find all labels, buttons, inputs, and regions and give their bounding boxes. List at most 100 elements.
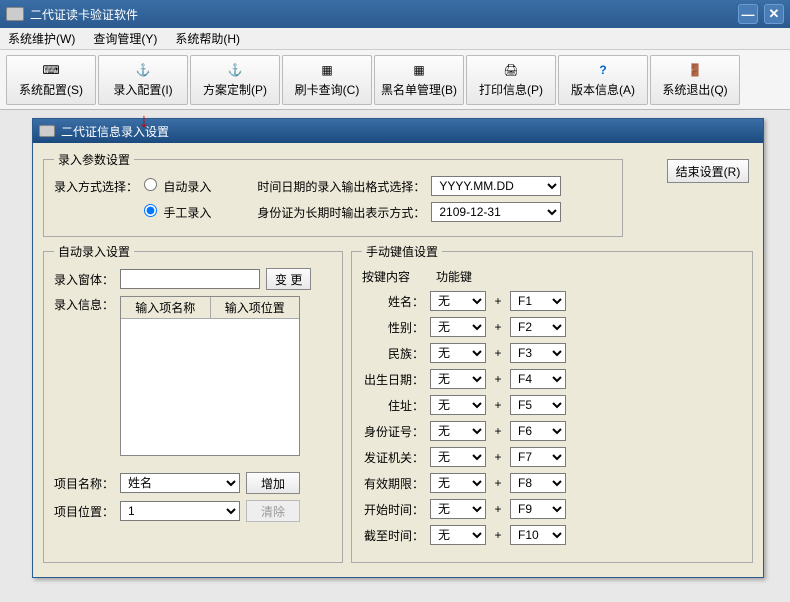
main-titlebar: 二代证读卡验证软件 — ✕ bbox=[0, 0, 790, 28]
key-value-select[interactable]: 无 bbox=[430, 499, 486, 519]
key-label: 截至时间： bbox=[362, 527, 424, 544]
key-label: 有效期限： bbox=[362, 475, 424, 492]
auto-legend: 自动录入设置 bbox=[54, 243, 134, 260]
plus-label: + bbox=[492, 346, 504, 360]
col-name: 输入项名称 bbox=[121, 297, 211, 318]
info-icon: ? bbox=[592, 61, 614, 79]
manual-radio[interactable]: 手工录入 bbox=[144, 204, 211, 221]
close-button[interactable]: ✕ bbox=[764, 4, 784, 24]
input-settings-dialog: 二代证信息录入设置 结束设置(R) 录入参数设置 录入方式选择： 自动录入 时间… bbox=[32, 118, 764, 578]
fn-key-select[interactable]: F7 bbox=[510, 447, 566, 467]
key-label: 民族： bbox=[362, 345, 424, 362]
tool-input-config[interactable]: ⚓录入配置(I) bbox=[98, 55, 188, 105]
tool-exit[interactable]: 🚪系统退出(Q) bbox=[650, 55, 740, 105]
date-format-label: 时间日期的录入输出格式选择： bbox=[257, 178, 425, 195]
info-label: 录入信息： bbox=[54, 296, 114, 313]
key-label: 身份证号： bbox=[362, 423, 424, 440]
col-pos: 输入项位置 bbox=[211, 297, 300, 318]
fn-key-select[interactable]: F10 bbox=[510, 525, 566, 545]
main-window: 二代证读卡验证软件 — ✕ 系统维护(W) 查询管理(Y) 系统帮助(H) ⌨系… bbox=[0, 0, 790, 602]
fn-key-select[interactable]: F8 bbox=[510, 473, 566, 493]
key-row: 发证机关：无+F7 bbox=[362, 447, 742, 467]
fn-key-select[interactable]: F5 bbox=[510, 395, 566, 415]
minimize-button[interactable]: — bbox=[738, 4, 758, 24]
keyboard-icon: ⌨ bbox=[40, 61, 62, 79]
key-value-select[interactable]: 无 bbox=[430, 447, 486, 467]
dialog-icon bbox=[39, 125, 55, 137]
plus-label: + bbox=[492, 320, 504, 334]
long-id-select[interactable]: 2109-12-31 bbox=[431, 202, 561, 222]
key-row: 姓名： 无 + F1 bbox=[362, 291, 742, 311]
auto-fieldset: 自动录入设置 录入窗体： 变 更 录入信息： 输入项名称 输入项位置 bbox=[43, 243, 343, 563]
key-content-head: 按键内容 bbox=[362, 268, 424, 285]
toolbar: ⌨系统配置(S) ⚓录入配置(I) ⚓方案定制(P) ▦刷卡查询(C) ▦黑名单… bbox=[0, 50, 790, 110]
key-value-select[interactable]: 无 bbox=[430, 525, 486, 545]
date-format-select[interactable]: YYYY.MM.DD bbox=[431, 176, 561, 196]
key-label: 性别： bbox=[362, 319, 424, 336]
tool-version[interactable]: ?版本信息(A) bbox=[558, 55, 648, 105]
fn-key-select[interactable]: F6 bbox=[510, 421, 566, 441]
key-value-select[interactable]: 无 bbox=[430, 395, 486, 415]
change-button[interactable]: 变 更 bbox=[266, 268, 311, 290]
proj-name-select[interactable]: 姓名 bbox=[120, 473, 240, 493]
proj-name-label: 项目名称： bbox=[54, 475, 114, 492]
key-row: 身份证号： 无 + F6 bbox=[362, 421, 742, 441]
proj-pos-label: 项目位置： bbox=[54, 503, 114, 520]
key-label: 住址： bbox=[362, 397, 424, 414]
manual-legend: 手动键值设置 bbox=[362, 243, 442, 260]
grid-icon: ▦ bbox=[408, 61, 430, 79]
fn-key-select[interactable]: F9 bbox=[510, 499, 566, 519]
key-value-select[interactable]: 无 bbox=[430, 291, 486, 311]
menu-system-help[interactable]: 系统帮助(H) bbox=[175, 30, 240, 47]
menu-query-manage[interactable]: 查询管理(Y) bbox=[93, 30, 157, 47]
plus-label: + bbox=[492, 398, 504, 412]
fn-key-select[interactable]: F1 bbox=[510, 291, 566, 311]
key-row: 开始时间：无+F9 bbox=[362, 499, 742, 519]
tool-print[interactable]: 🖨打印信息(P) bbox=[466, 55, 556, 105]
key-row: 民族： 无 + F3 bbox=[362, 343, 742, 363]
key-value-select[interactable]: 无 bbox=[430, 421, 486, 441]
plus-label: + bbox=[492, 476, 504, 490]
anchor-icon: ⚓ bbox=[224, 61, 246, 79]
key-row: 出生日期：无+F4 bbox=[362, 369, 742, 389]
key-value-select[interactable]: 无 bbox=[430, 369, 486, 389]
plus-label: + bbox=[492, 424, 504, 438]
tool-blacklist[interactable]: ▦黑名单管理(B) bbox=[374, 55, 464, 105]
key-row: 截至时间： 无 + F10 bbox=[362, 525, 742, 545]
fn-key-select[interactable]: F2 bbox=[510, 317, 566, 337]
tool-system-config[interactable]: ⌨系统配置(S) bbox=[6, 55, 96, 105]
exit-icon: 🚪 bbox=[684, 61, 706, 79]
plus-label: + bbox=[492, 372, 504, 386]
input-method-label: 录入方式选择： bbox=[54, 178, 138, 195]
plus-label: + bbox=[492, 294, 504, 308]
end-settings-button[interactable]: 结束设置(R) bbox=[667, 159, 749, 183]
key-label: 发证机关： bbox=[362, 449, 424, 466]
tool-scheme[interactable]: ⚓方案定制(P) bbox=[190, 55, 280, 105]
key-label: 姓名： bbox=[362, 293, 424, 310]
long-id-label: 身份证为长期时输出表示方式： bbox=[257, 204, 425, 221]
key-value-select[interactable]: 无 bbox=[430, 343, 486, 363]
param-legend: 录入参数设置 bbox=[54, 151, 134, 168]
fn-key-select[interactable]: F4 bbox=[510, 369, 566, 389]
app-icon bbox=[6, 7, 24, 21]
proj-pos-select[interactable]: 1 bbox=[120, 501, 240, 521]
key-row: 性别： 无 + F2 bbox=[362, 317, 742, 337]
key-value-select[interactable]: 无 bbox=[430, 317, 486, 337]
info-table[interactable]: 输入项名称 输入项位置 bbox=[120, 296, 300, 456]
clear-button: 清除 bbox=[246, 500, 300, 522]
fn-key-select[interactable]: F3 bbox=[510, 343, 566, 363]
key-value-select[interactable]: 无 bbox=[430, 473, 486, 493]
function-key-head: 功能键 bbox=[436, 268, 556, 285]
plus-label: + bbox=[492, 528, 504, 542]
printer-icon: 🖨 bbox=[500, 61, 522, 79]
key-row: 有效期限： 无 + F8 bbox=[362, 473, 742, 493]
tool-card-query[interactable]: ▦刷卡查询(C) bbox=[282, 55, 372, 105]
arrow-indicator-icon: ↓ bbox=[139, 110, 149, 133]
menu-system-maintain[interactable]: 系统维护(W) bbox=[8, 30, 75, 47]
key-row: 住址： 无 + F5 bbox=[362, 395, 742, 415]
window-input[interactable] bbox=[120, 269, 260, 289]
add-button[interactable]: 增加 bbox=[246, 472, 300, 494]
auto-radio[interactable]: 自动录入 bbox=[144, 178, 211, 195]
anchor-icon: ⚓ bbox=[132, 61, 154, 79]
app-title: 二代证读卡验证软件 bbox=[30, 6, 738, 23]
